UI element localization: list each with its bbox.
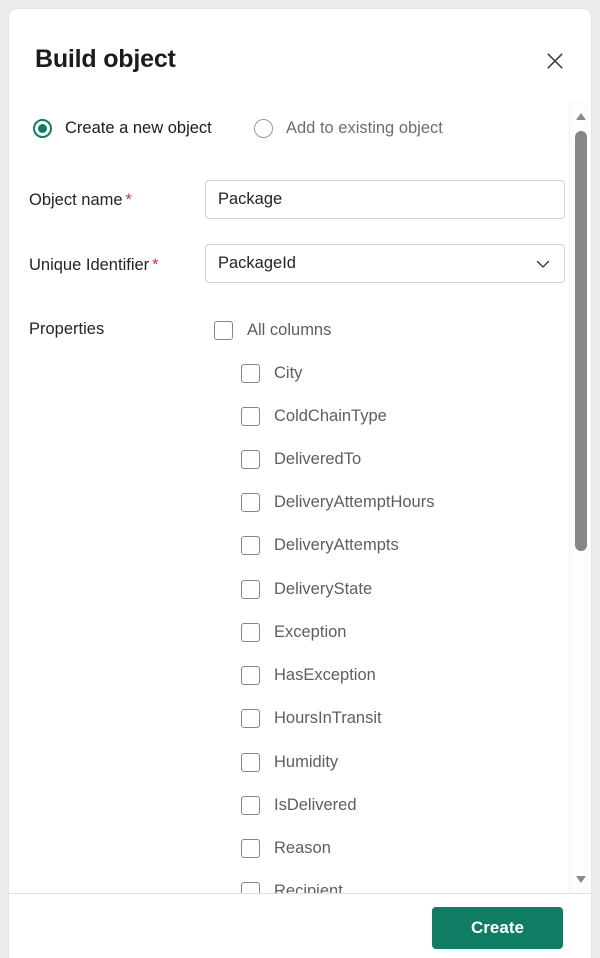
checkbox-icon [241,708,260,728]
checkbox-icon [241,838,260,858]
object-name-input[interactable] [205,180,565,219]
close-icon [547,53,563,69]
list-item-label: HoursInTransit [274,708,382,727]
unique-identifier-label: Unique Identifier * [29,256,159,275]
triangle-up-icon [576,112,586,120]
page-title: Build object [35,45,176,73]
list-item[interactable]: ColdChainType [241,403,387,429]
checkbox-icon [241,665,260,685]
radio-add-existing-object[interactable]: Add to existing object [254,119,443,138]
checkbox-icon [241,579,260,599]
object-name-label-text: Object name [29,191,123,209]
checkbox-icon [241,363,260,383]
list-item[interactable]: HasException [241,662,376,688]
checkbox-icon [241,535,260,555]
list-item[interactable]: City [241,360,302,386]
unique-identifier-label-text: Unique Identifier [29,256,150,274]
properties-list: All columns City ColdChainType Delivered… [9,309,591,894]
list-item[interactable]: Reason [241,835,331,861]
object-name-label: Object name * [29,191,132,210]
checkbox-icon [241,449,260,469]
unique-identifier-required-marker: * [152,256,159,274]
dialog-footer: Create [9,893,591,958]
radio-create-new-object[interactable]: Create a new object [33,119,212,138]
list-item-label: HasException [274,665,376,684]
checkbox-all-columns-label: All columns [247,320,332,339]
radio-create-new-object-label: Create a new object [65,119,212,137]
list-item[interactable]: DeliveryAttempts [241,532,399,558]
triangle-down-icon [576,875,586,883]
radio-unselected-icon [254,119,273,138]
close-button[interactable] [539,45,571,77]
checkbox-icon [214,320,233,340]
list-item[interactable]: IsDelivered [241,792,357,818]
checkbox-icon [241,622,260,642]
unique-identifier-select[interactable]: PackageId [205,244,565,283]
checkbox-icon [241,406,260,426]
create-button[interactable]: Create [432,907,563,949]
checkbox-icon [241,752,260,772]
object-name-required-marker: * [125,191,132,209]
list-item-label: Humidity [274,752,339,771]
properties-scrollbar[interactable] [569,101,591,894]
checkbox-icon [241,492,260,512]
scroll-up-button[interactable] [570,105,591,127]
list-item-label: Reason [274,838,331,857]
radio-add-existing-object-label: Add to existing object [286,119,443,137]
list-item-label: IsDelivered [274,795,357,814]
list-item[interactable]: Humidity [241,749,338,775]
list-item-label: Exception [274,622,347,641]
build-object-dialog: Build object Create a new object Add to … [8,8,592,958]
list-item[interactable]: DeliveredTo [241,446,361,472]
object-mode-radio-group: Create a new object Add to existing obje… [9,119,591,153]
unique-identifier-value: PackageId [218,254,296,272]
dialog-header: Build object [9,9,591,95]
list-item-label: City [274,363,303,382]
list-item[interactable]: DeliveryAttemptHours [241,489,434,515]
list-item[interactable]: DeliveryState [241,576,372,602]
list-item[interactable]: Recipient [241,878,343,894]
list-item[interactable]: Exception [241,619,346,645]
scroll-down-button[interactable] [570,868,591,890]
list-item-label: DeliveredTo [274,449,362,468]
list-item-label: ColdChainType [274,406,387,425]
radio-selected-icon [33,119,52,138]
scrollbar-thumb[interactable] [575,131,587,551]
list-item-label: DeliveryState [274,579,373,598]
list-item[interactable]: HoursInTransit [241,705,382,731]
list-item-label: DeliveryAttemptHours [274,492,435,511]
chevron-down-icon [536,260,550,268]
checkbox-icon [241,795,260,815]
checkbox-all-columns[interactable]: All columns [214,317,331,343]
list-item-label: DeliveryAttempts [274,535,399,554]
